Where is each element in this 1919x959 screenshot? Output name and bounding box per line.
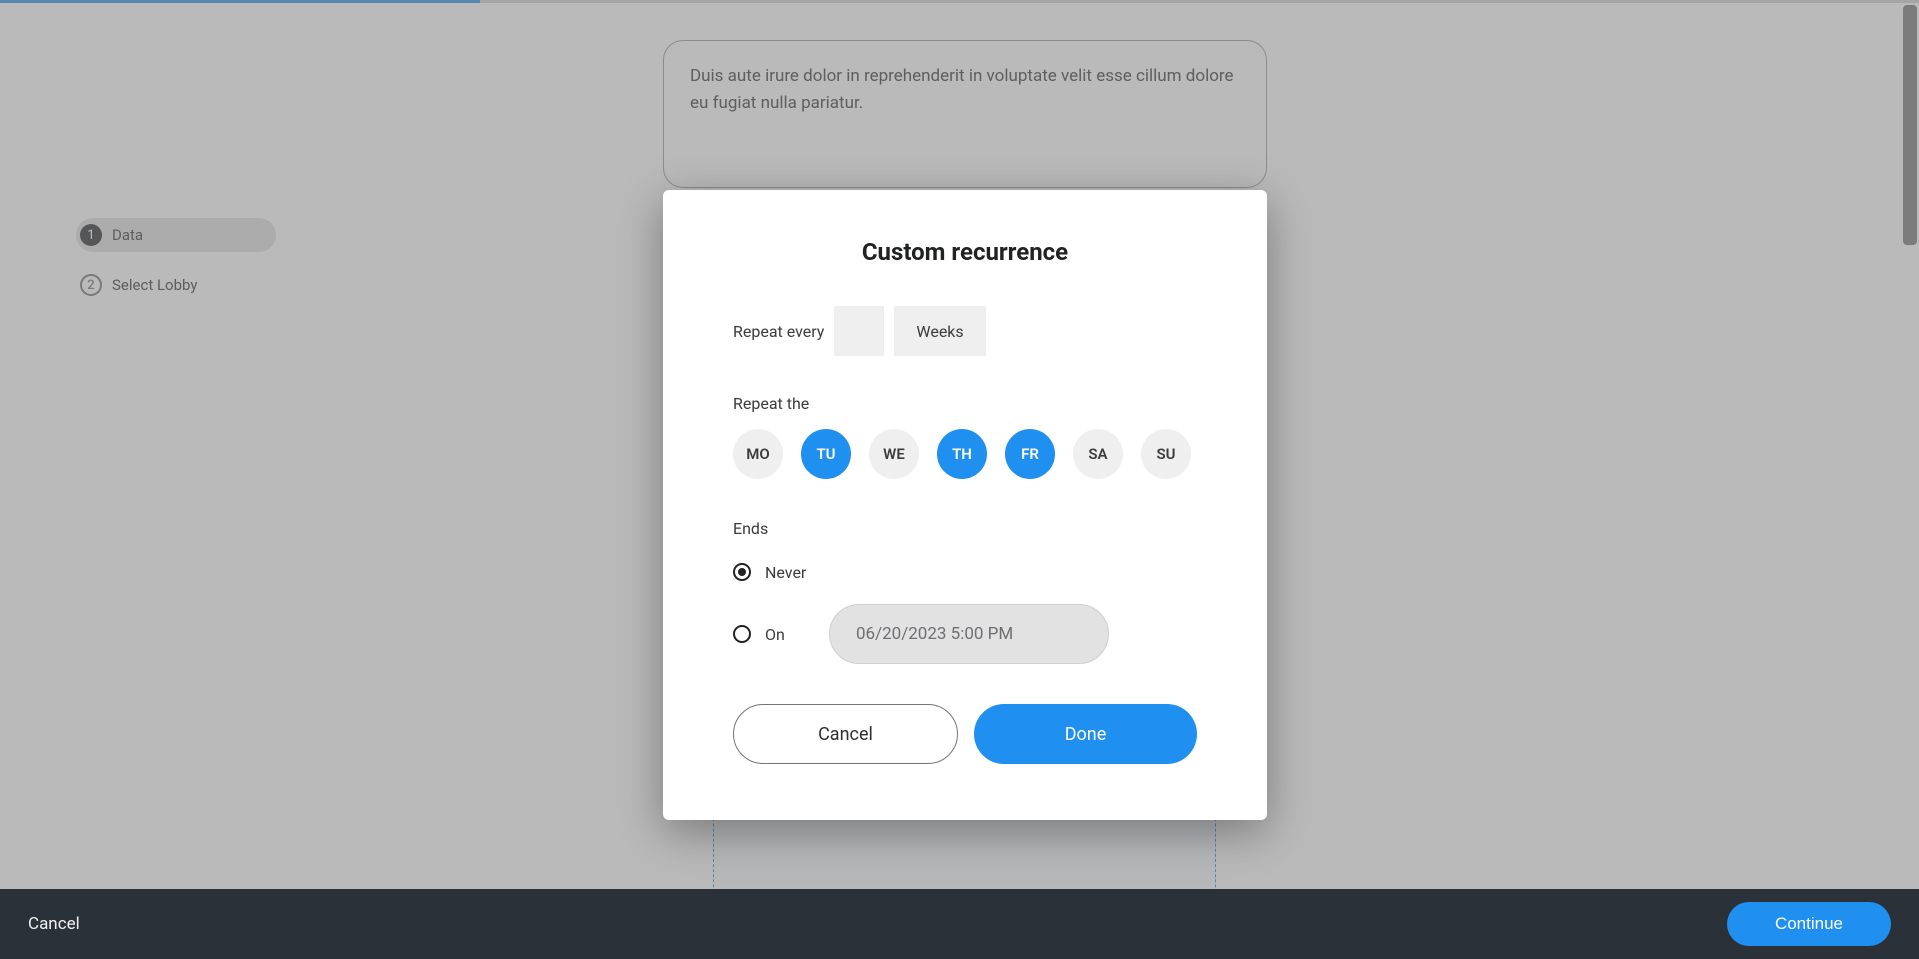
bottom-bar: Cancel Continue — [0, 889, 1919, 959]
cancel-button[interactable]: Cancel — [733, 704, 958, 764]
interval-input[interactable] — [834, 306, 884, 356]
done-button[interactable]: Done — [974, 704, 1197, 764]
ends-on-row: On 06/20/2023 5:00 PM — [733, 604, 1197, 664]
day-mo[interactable]: MO — [733, 429, 783, 479]
interval-unit-label: Weeks — [916, 322, 963, 341]
weekday-picker: MO TU WE TH FR SA SU — [733, 429, 1197, 479]
ends-on-datetime-input[interactable]: 06/20/2023 5:00 PM — [829, 604, 1109, 664]
modal-title: Custom recurrence — [733, 238, 1197, 266]
repeat-every-label: Repeat every — [733, 322, 824, 341]
radio-dot-icon — [738, 568, 746, 576]
continue-button[interactable]: Continue — [1727, 902, 1891, 946]
ends-on-label: On — [765, 625, 815, 644]
ends-on-radio[interactable] — [733, 625, 751, 643]
repeat-the-label: Repeat the — [733, 394, 1197, 413]
ends-never-label: Never — [765, 563, 815, 582]
day-th[interactable]: TH — [937, 429, 987, 479]
ends-never-row: Never — [733, 554, 1197, 590]
modal-button-row: Cancel Done — [733, 704, 1197, 764]
day-tu[interactable]: TU — [801, 429, 851, 479]
ends-never-radio[interactable] — [733, 563, 751, 581]
day-we[interactable]: WE — [869, 429, 919, 479]
ends-label: Ends — [733, 519, 1197, 538]
custom-recurrence-modal: Custom recurrence Repeat every Weeks Rep… — [663, 190, 1267, 820]
ends-on-datetime-value: 06/20/2023 5:00 PM — [856, 624, 1013, 644]
day-sa[interactable]: SA — [1073, 429, 1123, 479]
day-fr[interactable]: FR — [1005, 429, 1055, 479]
repeat-every-row: Repeat every Weeks — [733, 306, 1197, 356]
footer-cancel-link[interactable]: Cancel — [28, 914, 80, 934]
scrollbar-thumb[interactable] — [1903, 5, 1917, 245]
day-su[interactable]: SU — [1141, 429, 1191, 479]
interval-unit-select[interactable]: Weeks — [894, 306, 985, 356]
